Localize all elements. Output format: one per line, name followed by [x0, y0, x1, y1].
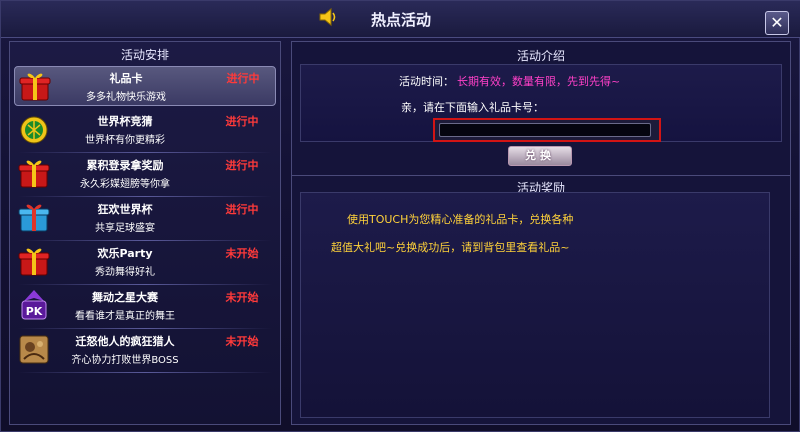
- activity-name: 欢乐Party: [97, 247, 153, 260]
- activity-desc: 秀劲舞得好礼: [95, 267, 155, 278]
- divider: [18, 284, 272, 285]
- activity-intro-header: 活动介绍: [516, 49, 565, 63]
- time-value: 长期有效，数量有限，先到先得~: [457, 75, 621, 88]
- activity-row[interactable]: 欢乐Party 秀劲舞得好礼 未开始: [14, 242, 276, 285]
- divider: [18, 240, 272, 241]
- gift-icon: [19, 73, 51, 101]
- time-label: 活动时间：: [399, 75, 454, 88]
- svg-text:PK: PK: [26, 305, 43, 318]
- gift-icon: [18, 248, 50, 276]
- pk-icon: PK: [21, 290, 47, 320]
- activity-row[interactable]: 狂欢世界杯 共享足球盛宴 进行中: [14, 198, 276, 241]
- activity-desc: 世界杯有你更精彩: [85, 135, 165, 146]
- gift-icon: [18, 160, 50, 188]
- reward-text-line: 使用TOUCH为您精心准备的礼品卡，兑换各种: [347, 213, 574, 226]
- activity-desc: 看看谁才是真正的舞王: [75, 311, 175, 322]
- code-prompt: 亲，请在下面输入礼品卡号：: [401, 101, 544, 114]
- activity-desc: 永久彩媒翅膀等你拿: [80, 179, 170, 190]
- divider: [18, 372, 272, 373]
- activity-status: 未开始: [225, 291, 259, 304]
- intro-content: 活动时间： 长期有效，数量有限，先到先得~ 亲，请在下面输入礼品卡号：: [300, 64, 782, 142]
- reward-content: 使用TOUCH为您精心准备的礼品卡，兑换各种 超值大礼吧~兑换成功后，请到背包里…: [300, 192, 770, 418]
- blue-gift-icon: [18, 204, 50, 232]
- close-button[interactable]: ✕: [765, 11, 789, 35]
- activity-name: 礼品卡: [109, 72, 143, 85]
- activity-desc: 齐心协力打败世界BOSS: [71, 355, 179, 366]
- football-icon: [20, 116, 48, 144]
- divider: [18, 152, 272, 153]
- activity-status: 进行中: [226, 72, 260, 85]
- gift-code-highlight: [433, 118, 661, 142]
- window-title: 热点活动: [370, 11, 431, 29]
- title-bar: 热点活动 ✕: [1, 1, 800, 38]
- activity-window: 热点活动 ✕ 活动安排 礼品卡 多多礼物快乐游戏 进行中 世界杯竞猜 世界杯有你…: [0, 0, 800, 432]
- activity-name: 迁怒他人的疯狂猎人: [75, 335, 175, 348]
- activity-list-header: 活动安排: [120, 48, 169, 62]
- activity-status: 进行中: [225, 115, 259, 128]
- activity-name: 狂欢世界杯: [97, 203, 153, 216]
- gift-code-input[interactable]: [439, 123, 651, 137]
- activity-row[interactable]: 礼品卡 多多礼物快乐游戏 进行中: [14, 66, 276, 106]
- activity-name: 累积登录拿奖励: [86, 159, 164, 172]
- activity-row[interactable]: 世界杯竞猜 世界杯有你更精彩 进行中: [14, 110, 276, 153]
- activity-status: 进行中: [225, 203, 259, 216]
- activity-status: 未开始: [225, 335, 259, 348]
- redeem-button[interactable]: 兑换: [508, 146, 572, 166]
- divider: [18, 328, 272, 329]
- activity-row[interactable]: PK 舞动之星大赛 看看谁才是真正的舞王 未开始: [14, 286, 276, 329]
- activity-status: 未开始: [225, 247, 259, 260]
- activity-row[interactable]: 累积登录拿奖励 永久彩媒翅膀等你拿 进行中: [14, 154, 276, 197]
- activity-name: 世界杯竞猜: [97, 115, 153, 128]
- activity-reward-panel: 活动奖励 使用TOUCH为您精心准备的礼品卡，兑换各种 超值大礼吧~兑换成功后，…: [291, 175, 791, 425]
- activity-row[interactable]: 迁怒他人的疯狂猎人 齐心协力打败世界BOSS 未开始: [14, 330, 276, 373]
- activity-intro-panel: 活动介绍 活动时间： 长期有效，数量有限，先到先得~ 亲，请在下面输入礼品卡号：…: [291, 41, 791, 177]
- activity-desc: 多多礼物快乐游戏: [86, 92, 166, 103]
- activity-name: 舞动之星大赛: [92, 291, 158, 304]
- reward-text-line: 超值大礼吧~兑换成功后，请到背包里查看礼品~: [331, 241, 570, 254]
- divider: [18, 196, 272, 197]
- hunter-icon: [19, 335, 49, 364]
- activity-status: 进行中: [225, 159, 259, 172]
- activity-desc: 共享足球盛宴: [95, 223, 155, 234]
- activity-list-panel: 活动安排 礼品卡 多多礼物快乐游戏 进行中 世界杯竞猜 世界杯有你更精彩 进行中: [9, 41, 281, 425]
